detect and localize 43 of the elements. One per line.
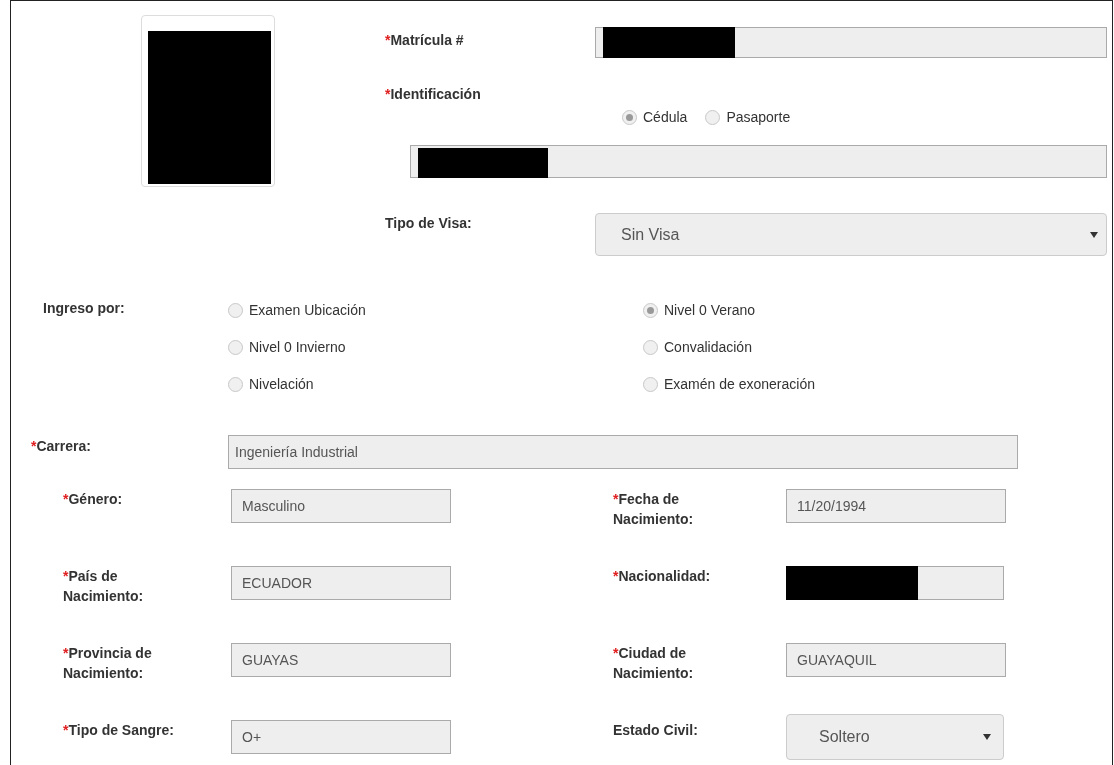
radio-option[interactable]: Convalidación — [643, 337, 815, 358]
field-label: *Identificación — [385, 86, 481, 102]
field-label: *Ciudad de Nacimiento: — [613, 644, 695, 683]
field-label: *Fecha de Nacimiento: — [613, 490, 695, 529]
field-label: *País de Nacimiento: — [63, 567, 145, 606]
dropdown-select[interactable]: Sin Visa — [595, 213, 1107, 256]
text-field[interactable]: Ingeniería Industrial — [228, 435, 1018, 469]
radio-button[interactable] — [228, 377, 243, 392]
radio-option[interactable]: Examen Ubicación — [228, 300, 643, 321]
field-label: *Carrera: — [31, 437, 92, 456]
text-field[interactable]: ECUADOR — [231, 566, 451, 600]
text-field[interactable] — [786, 566, 1004, 600]
radio-button[interactable] — [228, 303, 243, 318]
text-field[interactable]: GUAYAQUIL — [786, 643, 1006, 677]
radio-option[interactable]: Nivel 0 Invierno — [228, 337, 643, 358]
text-field[interactable]: Masculino — [231, 489, 451, 523]
field-label: *Tipo de Sangre: — [63, 721, 175, 740]
field-label: *Género: — [63, 490, 124, 509]
field-label: *Matrícula # — [385, 31, 465, 50]
radio-option[interactable]: Cédula — [622, 107, 688, 128]
text-field[interactable] — [595, 27, 1107, 58]
radio-button[interactable] — [705, 110, 721, 125]
radio-option[interactable]: Nivelación — [228, 374, 643, 395]
radio-button[interactable] — [228, 340, 243, 355]
radio-button[interactable] — [622, 110, 637, 125]
radio-option[interactable]: Pasaporte — [705, 107, 791, 128]
radio-option[interactable]: Nivel 0 Verano — [643, 300, 815, 321]
text-field[interactable] — [410, 145, 1107, 178]
radio-button[interactable] — [643, 340, 658, 355]
field-label: Estado Civil: — [613, 721, 699, 740]
text-field[interactable]: 11/20/1994 — [786, 489, 1006, 523]
field-label: Tipo de Visa: — [385, 214, 473, 233]
text-field[interactable]: GUAYAS — [231, 643, 451, 677]
radio-button[interactable] — [643, 377, 658, 392]
dropdown-caret-icon — [1090, 231, 1098, 238]
text-field[interactable]: O+ — [231, 720, 451, 754]
dropdown-caret-icon — [983, 734, 991, 740]
field-label: *Provincia de Nacimiento: — [63, 644, 153, 683]
radio-button[interactable] — [643, 303, 658, 318]
radio-option[interactable]: Examén de exoneración — [643, 374, 815, 395]
field-label: *Nacionalidad: — [613, 567, 712, 586]
field-label: Ingreso por: — [43, 299, 126, 318]
dropdown-select[interactable]: Soltero — [786, 714, 1004, 760]
